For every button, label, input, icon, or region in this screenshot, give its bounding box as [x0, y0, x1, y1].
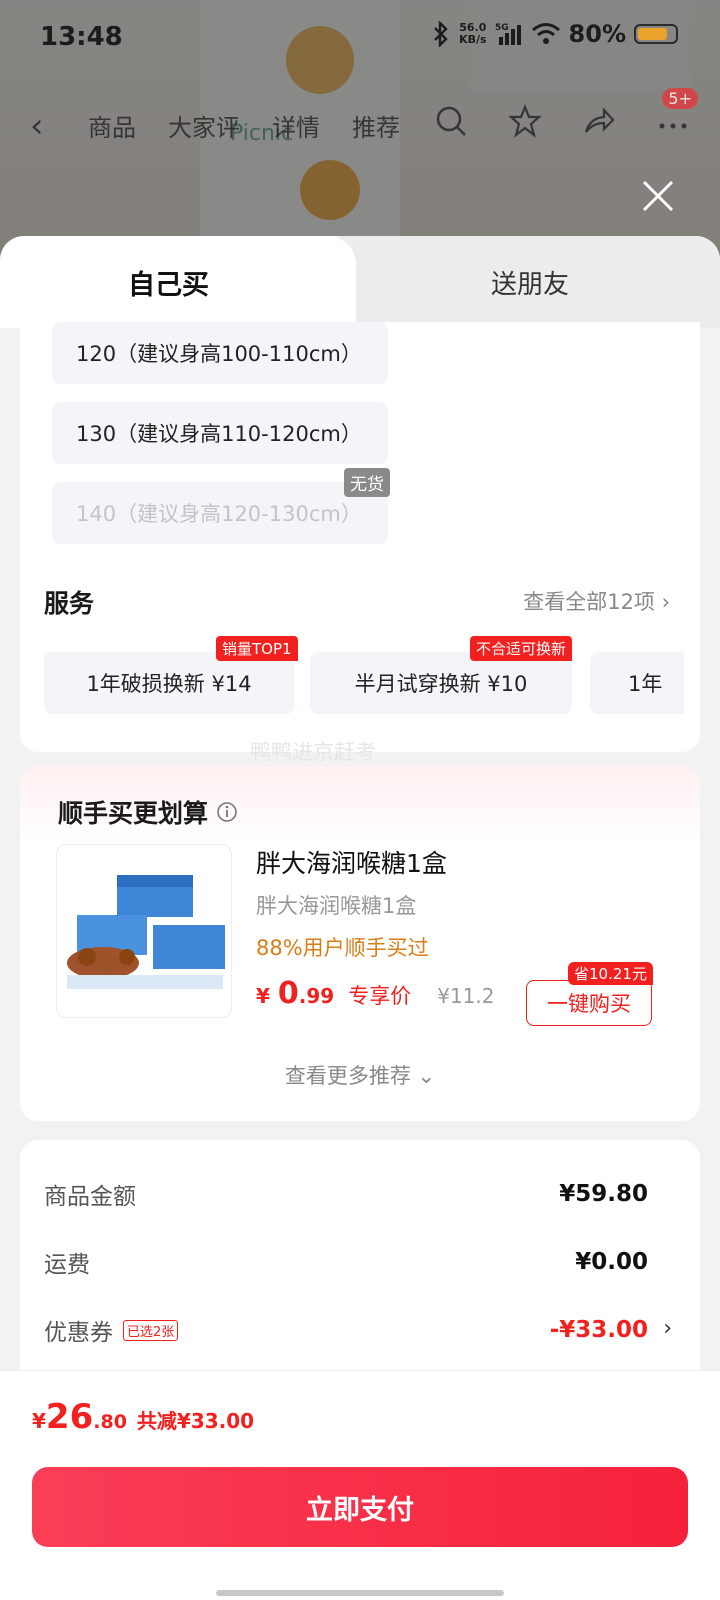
wifi-icon: [531, 23, 560, 44]
back-icon[interactable]: ‹: [30, 106, 44, 146]
goods-amount-row: 商品金额 ¥59.80: [44, 1174, 648, 1214]
size-option-label: 130（建议身高110-120cm）: [76, 422, 362, 446]
service-option-label: 半月试穿换新 ¥10: [354, 672, 528, 696]
top-seller-tag: 销量TOP1: [216, 636, 298, 661]
chevron-right-icon[interactable]: ›: [663, 1316, 672, 1341]
addon-product-image[interactable]: [56, 844, 232, 1018]
tab-reviews[interactable]: 大家评: [168, 108, 240, 143]
message-count-badge: 5+: [662, 88, 698, 109]
candy-box-image: [67, 875, 225, 989]
close-icon[interactable]: [640, 178, 676, 214]
service-option-partial[interactable]: 1年: [590, 652, 684, 714]
service-option-damage-replace[interactable]: 1年破损换新 ¥14: [44, 652, 294, 714]
price-decimal: .99: [298, 984, 335, 1008]
addon-title-text: 顺手买更划算: [58, 799, 209, 828]
tab-buy-self[interactable]: 自己买: [0, 236, 356, 328]
bill-summary-card: 商品金额 ¥59.80 运费 ¥0.00 优惠券 已选2张 -¥33.00 ›: [20, 1140, 700, 1400]
addon-product-name[interactable]: 胖大海润喉糖1盒: [256, 844, 447, 880]
home-indicator: [216, 1590, 504, 1596]
shipping-label: 运费: [44, 1252, 90, 1278]
total-price-row: ¥ 26 .80 共减¥33.00: [32, 1397, 254, 1437]
coupon-row[interactable]: 优惠券 已选2张 -¥33.00: [44, 1310, 648, 1350]
view-all-services-link[interactable]: 查看全部12项 ›: [523, 586, 670, 616]
purchase-sheet: 送朋友 自己买 120（建议身高100-110cm） 130（建议身高110-1…: [0, 236, 720, 1600]
tab-details[interactable]: 详情: [272, 108, 320, 143]
cellular-signal-icon: 5G: [495, 23, 521, 45]
options-card: 120（建议身高100-110cm） 130（建议身高110-120cm） 14…: [20, 322, 700, 752]
total-integer: 26: [45, 1397, 94, 1437]
size-option-140: 140（建议身高120-130cm） 无货: [52, 468, 390, 544]
tab-goods[interactable]: 商品: [88, 108, 136, 143]
status-time: 13:48: [40, 22, 123, 52]
size-option-130[interactable]: 130（建议身高110-120cm）: [52, 402, 388, 464]
coupon-selected-tag: 已选2张: [123, 1319, 179, 1341]
coupon-label-group: 优惠券 已选2张: [44, 1313, 179, 1347]
coupon-value: -¥33.00: [549, 1317, 648, 1343]
service-title: 服务: [44, 589, 95, 618]
addon-card: 顺手买更划算 胖大海润喉糖1盒 胖大海润喉糖1盒 88%用户顺手买过 ¥ 0 .…: [20, 766, 700, 1121]
price-label: 专享价: [348, 984, 412, 1008]
watermark-text: 鸭鸭进京赶考: [250, 740, 376, 764]
total-currency: ¥: [32, 1409, 46, 1433]
service-option-trial-replace[interactable]: 半月试穿换新 ¥10: [310, 652, 572, 714]
status-bar: 13:48 56.0 KB/s 5G 80%: [0, 0, 720, 76]
addon-product-subtitle: 胖大海润喉糖1盒: [256, 894, 417, 918]
product-nav-bar: ‹ 商品 大家评 详情 推荐 5+: [0, 88, 720, 156]
total-decimal: .80: [93, 1411, 127, 1433]
coupon-label: 优惠券: [44, 1320, 113, 1346]
battery-icon: [634, 24, 678, 44]
share-icon[interactable]: [582, 104, 616, 138]
one-click-buy-button[interactable]: 一键购买: [526, 980, 652, 1026]
exchange-tag: 不合适可换新: [470, 636, 573, 661]
search-icon[interactable]: [434, 104, 468, 138]
shipping-value: ¥0.00: [575, 1249, 648, 1275]
pay-now-button[interactable]: 立即支付: [32, 1467, 688, 1547]
goods-amount-value: ¥59.80: [559, 1181, 648, 1207]
addon-price-row: ¥ 0 .99 专享价 ¥11.2: [256, 976, 495, 1011]
goods-amount-label: 商品金额: [44, 1184, 136, 1210]
more-icon[interactable]: [656, 104, 690, 138]
shipping-row: 运费 ¥0.00: [44, 1242, 648, 1282]
savings-tag: 省10.21元: [568, 962, 653, 985]
svg-text:5G: 5G: [495, 23, 509, 33]
out-of-stock-badge: 无货: [344, 468, 390, 497]
total-reduction: 共减¥33.00: [136, 1409, 255, 1433]
original-price: ¥11.2: [437, 984, 495, 1008]
service-option-label: 1年: [628, 672, 663, 696]
tab-gift-friend[interactable]: 送朋友: [340, 236, 720, 328]
service-option-label: 1年破损换新 ¥14: [86, 672, 252, 696]
checkout-footer: ¥ 26 .80 共减¥33.00 立即支付: [0, 1370, 720, 1600]
battery-percent: 80%: [568, 20, 626, 48]
addon-title: 顺手买更划算: [58, 794, 238, 830]
network-speed: 56.0 KB/s: [459, 21, 487, 46]
purchase-mode-tabs: 送朋友 自己买: [0, 236, 720, 328]
bluetooth-icon: [434, 21, 448, 47]
tab-recommend[interactable]: 推荐: [352, 108, 400, 143]
size-option-120[interactable]: 120（建议身高100-110cm）: [52, 322, 388, 384]
info-icon[interactable]: [216, 801, 238, 823]
addon-social-proof: 88%用户顺手买过: [256, 936, 429, 960]
size-option-label: 140（建议身高120-130cm）: [76, 502, 362, 526]
more-recommendations-link[interactable]: 查看更多推荐 ⌄: [20, 1060, 700, 1090]
favorite-star-icon[interactable]: [508, 104, 542, 138]
price-integer: 0: [277, 976, 299, 1011]
size-option-label: 120（建议身高100-110cm）: [76, 342, 362, 366]
service-options-row: 1年破损换新 ¥14 半月试穿换新 ¥10 1年: [44, 650, 684, 714]
price-currency: ¥: [256, 984, 270, 1008]
